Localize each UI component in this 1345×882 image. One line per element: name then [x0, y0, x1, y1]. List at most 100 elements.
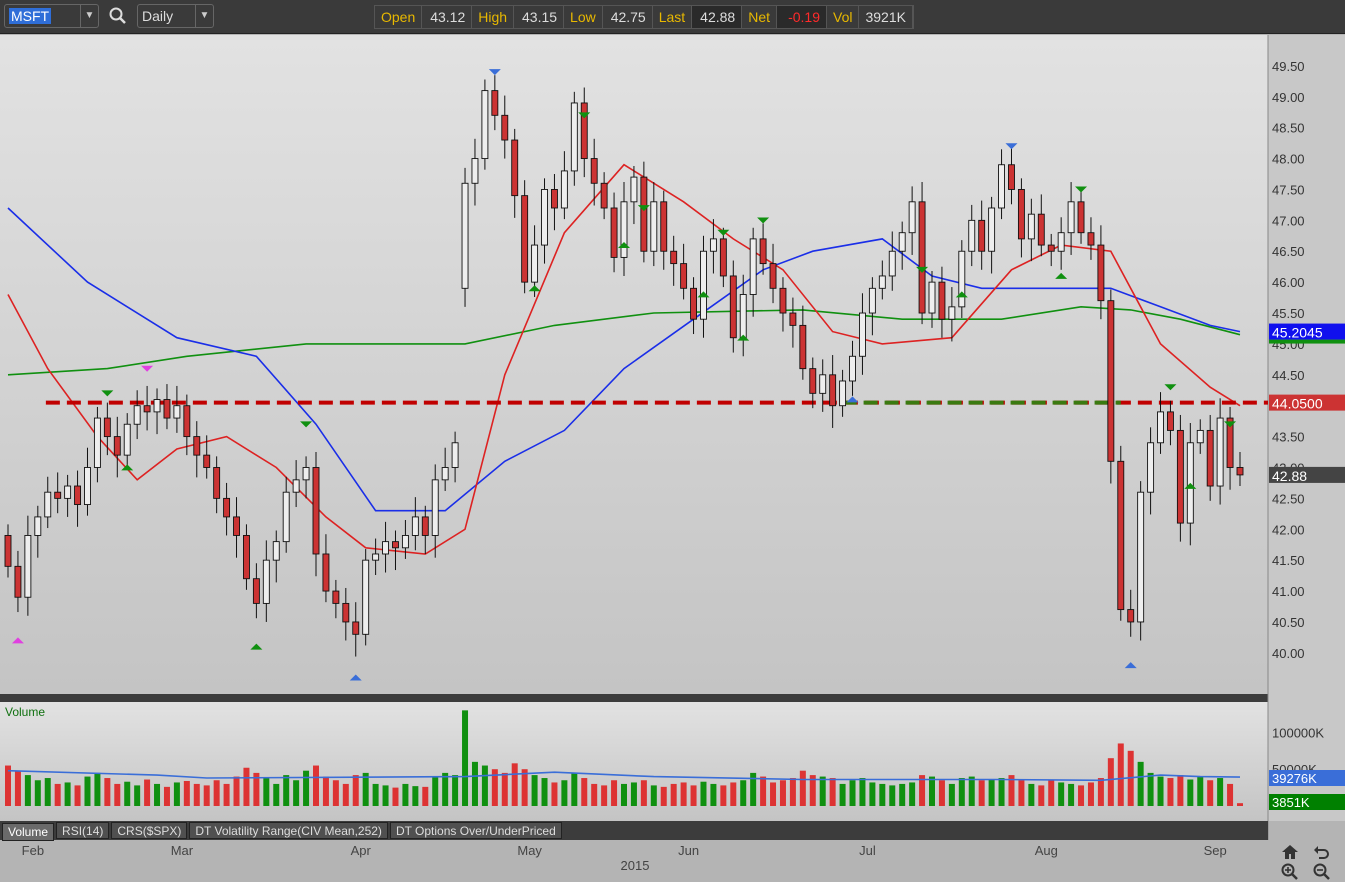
price-tick-label: 42.50 [1272, 491, 1305, 506]
zoom-in-icon[interactable] [1280, 862, 1300, 882]
tab-crs-spx-[interactable]: CRS($SPX) [111, 822, 188, 839]
volume-bar [263, 778, 270, 806]
volume-bar [958, 778, 965, 806]
volume-bar [779, 780, 786, 806]
volume-bar [283, 775, 290, 806]
last-price-badge-label: 42.88 [1272, 468, 1307, 484]
volume-bar [34, 780, 41, 806]
volume-bar [879, 783, 886, 806]
volume-bar [551, 782, 558, 806]
volume-bar [909, 782, 916, 806]
volume-bar [163, 786, 170, 806]
tab-dt-volatility-range-civ-mean-252-[interactable]: DT Volatility Range(CIV Mean,252) [189, 822, 388, 839]
volume-bar [1197, 776, 1204, 806]
volume-bar [432, 776, 439, 806]
volume-bar [998, 778, 1005, 806]
volume-bar [531, 775, 538, 806]
volume-bar [44, 778, 51, 806]
volume-bar [14, 770, 21, 806]
volume-bar [710, 783, 717, 806]
volume-bar [1018, 780, 1025, 806]
volume-bar [134, 785, 141, 806]
volume-bar [869, 782, 876, 806]
candle [958, 240, 966, 318]
month-label: Feb [22, 843, 44, 858]
month-label: Mar [171, 843, 194, 858]
month-label: Apr [351, 843, 372, 858]
volume-bar [273, 783, 280, 806]
price-tick-label: 44.50 [1272, 368, 1305, 383]
volume-bar [303, 770, 310, 806]
volume-pane-title: Volume [5, 705, 45, 719]
volume-bar [402, 783, 409, 806]
volume-tick-label: 100000K [1272, 725, 1324, 740]
volume-bar [223, 783, 230, 806]
tab-dt-options-over-underpriced[interactable]: DT Options Over/UnderPriced [389, 822, 562, 839]
candle [918, 182, 926, 325]
volume-bar [293, 780, 300, 806]
volume-bar [1107, 758, 1114, 806]
volume-bar [442, 772, 449, 806]
volume-bar [511, 763, 518, 806]
volume-bar [601, 785, 608, 806]
volume-bar [611, 780, 618, 806]
volume-bar [322, 776, 329, 806]
price-tick-label: 49.50 [1272, 59, 1305, 74]
volume-bar [452, 775, 459, 806]
candle [640, 161, 648, 263]
price-tick-label: 49.00 [1272, 90, 1305, 105]
volume-bar [839, 783, 846, 806]
pane-divider[interactable] [0, 694, 1268, 702]
volume-bar [412, 786, 419, 806]
undo-icon[interactable] [1312, 842, 1332, 862]
volume-bar [988, 779, 995, 806]
volume-bar [929, 776, 935, 806]
tab-volume[interactable]: Volume [2, 823, 55, 841]
candle [362, 549, 370, 646]
volume-bar [1147, 772, 1154, 806]
volume-bar [84, 776, 91, 806]
price-tick-label: 48.50 [1272, 121, 1305, 136]
volume-bar [1137, 761, 1144, 806]
tab-rsi-14-[interactable]: RSI(14) [56, 822, 110, 839]
volume-bar [799, 770, 806, 806]
volume-bar [829, 778, 836, 806]
month-label: May [517, 843, 542, 858]
volume-bar [173, 782, 180, 806]
volume-bar [720, 785, 727, 806]
volume-bar [660, 786, 667, 806]
price-tick-label: 47.50 [1272, 182, 1305, 197]
zoom-out-icon[interactable] [1312, 862, 1332, 882]
month-label: Jul [859, 843, 876, 858]
volume-bar [471, 761, 478, 806]
volume-bar [392, 787, 399, 806]
candle [461, 167, 469, 307]
volume-bar [561, 780, 568, 806]
volume-bar [1237, 803, 1243, 806]
volume-bar [819, 776, 826, 806]
volume-bar [938, 780, 945, 806]
volume-bar [372, 783, 379, 806]
volume-bar [859, 778, 866, 806]
home-icon[interactable] [1280, 842, 1300, 862]
volume-bar [1068, 783, 1075, 806]
volume-bar [1038, 785, 1045, 806]
volume-bar [332, 780, 339, 806]
volume-bar [978, 780, 985, 806]
volume-bar [352, 775, 359, 806]
volume-bar [591, 783, 598, 806]
month-label: Jun [678, 843, 699, 858]
price-chart[interactable]: 49.50 49.00 48.50 48.00 47.50 47.00 46.50 46.00… [0, 0, 1345, 881]
volume-bar [680, 782, 687, 806]
year-label: 2015 [621, 858, 650, 873]
volume-bar [640, 780, 647, 806]
price-tick-label: 46.50 [1272, 244, 1305, 259]
volume-bar [1078, 785, 1085, 806]
volume-bar [144, 779, 151, 806]
volume-bar [94, 772, 101, 806]
volume-bar [770, 782, 777, 806]
volume-bar [581, 778, 588, 806]
volume-bar [1117, 743, 1124, 806]
volume-bar [690, 785, 697, 806]
indicator-tabs: Volume RSI(14) CRS($SPX) DT Volatility Rang… [0, 821, 1268, 841]
